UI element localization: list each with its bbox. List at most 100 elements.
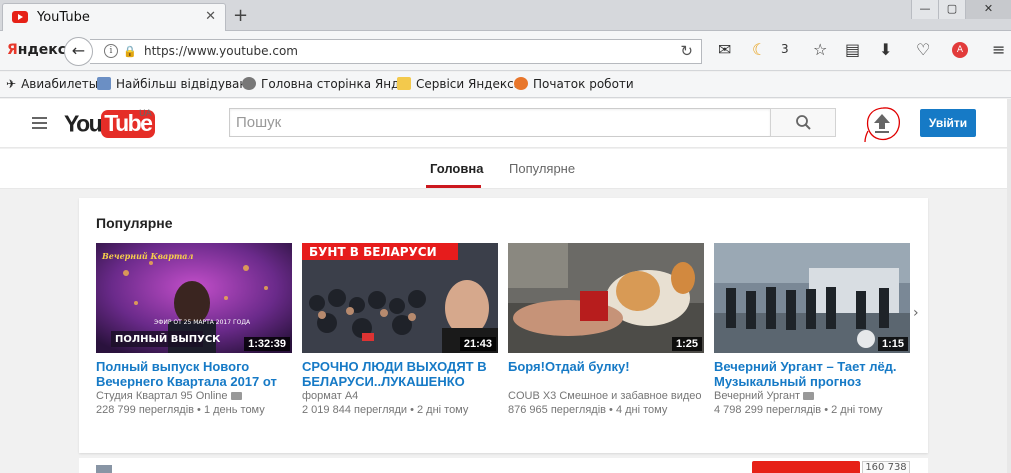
channel-name[interactable]: формат А4 — [302, 390, 358, 402]
video-card[interactable]: Вечерний Квартал ЭФИР ОТ 25 МАРТА 2017 Г… — [96, 243, 292, 417]
video-title[interactable]: Вечерний Ургант – Тает лёд. Музыкальный … — [714, 359, 910, 389]
video-channel[interactable]: формат А4 — [302, 389, 498, 403]
reload-icon[interactable]: ↻ — [680, 42, 693, 60]
video-thumbnail[interactable]: Вечерний Квартал ЭФИР ОТ 25 МАРТА 2017 Г… — [96, 243, 292, 353]
new-tab-icon[interactable]: + — [233, 5, 248, 26]
subscribe-button[interactable] — [752, 461, 860, 473]
guide-menu-icon[interactable] — [32, 117, 47, 129]
account-avatar-icon[interactable]: A — [952, 42, 968, 58]
bookmark-label: Найбільш відвідувані — [116, 77, 251, 91]
channel-avatar[interactable] — [96, 465, 112, 473]
video-age: 2 дні тому — [831, 404, 883, 416]
shelf-title: Популярне — [96, 215, 173, 231]
video-age: 4 дні тому — [615, 404, 668, 416]
maximize-button[interactable]: ▢ — [938, 0, 965, 19]
channel-name[interactable]: COUB X3 Смешное и забавное видео — [508, 390, 702, 402]
search-input[interactable]: Пошук — [229, 108, 770, 137]
signin-button[interactable]: Увійти — [920, 109, 976, 137]
window-controls: — ▢ ✕ — [911, 0, 1011, 19]
tab-title: YouTube — [37, 10, 90, 25]
video-duration: 1:25 — [671, 337, 702, 351]
video-meta: 876 965 переглядів • 4 дні тому — [508, 404, 668, 416]
mail-icon[interactable]: ✉ — [718, 40, 731, 59]
back-button[interactable]: ← — [64, 37, 93, 66]
yandex-logo[interactable]: Яндекс — [7, 42, 66, 58]
channel-name[interactable]: Вечерний Ургант — [714, 390, 800, 402]
video-duration: 1:15 — [877, 337, 908, 351]
video-views: 228 799 переглядів — [96, 404, 194, 416]
video-thumbnail[interactable]: БУНТ В БЕЛАРУСИ 21:43 — [302, 243, 498, 353]
bookmark-item[interactable]: Сервіси Яндекса — [397, 77, 521, 91]
bookmark-page-icon — [97, 77, 111, 90]
video-card[interactable]: 1:25 Боря!Отдай булку! COUB X3 Смешное и… — [508, 243, 704, 417]
channel-name[interactable]: Студия Квартал 95 Online — [96, 390, 228, 402]
tab-trending[interactable]: Популярне — [509, 161, 575, 176]
youtube-favicon-icon — [12, 11, 28, 23]
video-meta: 4 798 299 переглядів • 2 дні тому — [714, 404, 883, 416]
minimize-button[interactable]: — — [911, 0, 938, 19]
video-views: 876 965 переглядів — [508, 404, 606, 416]
shelf-next-arrow-icon[interactable]: › — [913, 305, 919, 321]
tab-youtube[interactable]: YouTube ✕ — [2, 3, 226, 31]
video-views: 2 019 844 перегляди — [302, 404, 408, 416]
bookmark-item[interactable]: ✈ Авиабилеты — [6, 77, 98, 91]
video-title[interactable]: СРОЧНО ЛЮДИ ВЫХОДЯТ В БЕЛАРУСИ..ЛУКАШЕНК… — [302, 359, 498, 389]
video-duration: 21:43 — [459, 337, 496, 351]
globe-icon — [242, 77, 256, 90]
video-thumbnail[interactable]: 1:25 — [508, 243, 704, 353]
active-tab-indicator — [426, 185, 481, 188]
logo-you: You — [64, 110, 103, 137]
verified-icon — [803, 392, 815, 400]
thumb-caption: БУНТ В БЕЛАРУСИ — [309, 245, 437, 259]
back-arrow-icon: ← — [71, 41, 86, 60]
video-channel[interactable]: Студия Квартал 95 Online — [96, 389, 292, 403]
airplane-icon: ✈ — [6, 77, 17, 91]
video-card[interactable]: БУНТ В БЕЛАРУСИ 21:43 СРОЧНО ЛЮДИ ВЫХОДЯ… — [302, 243, 498, 417]
bookmark-label: Початок роботи — [533, 77, 634, 91]
yandex-logo-first: Я — [7, 42, 18, 58]
download-icon[interactable]: ⬇ — [879, 40, 892, 59]
video-card[interactable]: 1:15 Вечерний Ургант – Тает лёд. Музыкал… — [714, 243, 910, 417]
reading-list-icon[interactable]: ▤ — [845, 40, 860, 59]
browser-navbar: Яндекс i 🔒 https://www.youtube.com ↻ ← ✉… — [0, 31, 1011, 71]
video-title[interactable]: Полный выпуск Нового Вечернего Квартала … — [96, 359, 292, 389]
star-bookmark-icon[interactable]: ☆ — [813, 40, 827, 59]
menu-icon[interactable]: ≡ — [992, 40, 1005, 59]
annotation-circle — [864, 107, 900, 143]
video-meta: 228 799 переглядів • 1 день тому — [96, 404, 265, 416]
yandex-logo-rest: ндекс — [17, 42, 67, 58]
weather-icon[interactable]: ☾ — [752, 40, 766, 59]
url-bar[interactable]: i 🔒 https://www.youtube.com ↻ — [90, 39, 702, 64]
bookmark-item[interactable]: Початок роботи — [514, 77, 634, 91]
search-button[interactable] — [770, 108, 836, 137]
region-label: UA — [139, 109, 152, 119]
youtube-header: You Tube UA Пошук — [0, 99, 1007, 148]
bookmark-label: Авиабилеты — [21, 77, 99, 91]
tab-close-icon[interactable]: ✕ — [205, 9, 216, 24]
video-channel[interactable]: COUB X3 Смешное и забавное видео — [508, 389, 704, 403]
info-icon[interactable]: i — [104, 44, 118, 58]
url-text[interactable]: https://www.youtube.com — [144, 44, 298, 58]
youtube-tabs: Головна Популярне — [0, 149, 1007, 189]
search-icon — [796, 115, 811, 130]
close-window-button[interactable]: ✕ — [965, 0, 1011, 19]
popular-shelf: Популярне Вечерний Квартал ЭФИР ОТ 25 МА… — [79, 198, 928, 453]
bookmark-item[interactable]: Головна сторінка Янд... — [242, 77, 411, 91]
pocket-icon[interactable]: ♡ — [916, 40, 930, 59]
video-thumbnail[interactable]: 1:15 — [714, 243, 910, 353]
video-title[interactable]: Боря!Отдай булку! — [508, 359, 704, 389]
folder-icon — [397, 77, 411, 90]
bookmark-item[interactable]: Найбільш відвідувані — [97, 77, 251, 91]
thumb-subcaption: ЭФИР ОТ 25 МАРТА 2017 ГОДА — [154, 319, 251, 326]
thumb-brand: Вечерний Квартал — [102, 251, 194, 261]
lock-icon[interactable]: 🔒 — [123, 45, 137, 58]
thumb-caption: ПОЛНЫЙ ВЫПУСК — [115, 334, 221, 345]
video-channel[interactable]: Вечерний Ургант — [714, 389, 910, 403]
tab-home[interactable]: Головна — [430, 161, 483, 176]
video-meta: 2 019 844 перегляди • 2 дні тому — [302, 404, 469, 416]
verified-icon — [230, 392, 242, 400]
video-views: 4 798 299 переглядів — [714, 404, 822, 416]
page-scrollbar[interactable] — [1007, 99, 1011, 473]
bookmark-label: Головна сторінка Янд... — [261, 77, 411, 91]
browser-tabbar: YouTube ✕ + — ▢ ✕ — [0, 0, 1011, 31]
